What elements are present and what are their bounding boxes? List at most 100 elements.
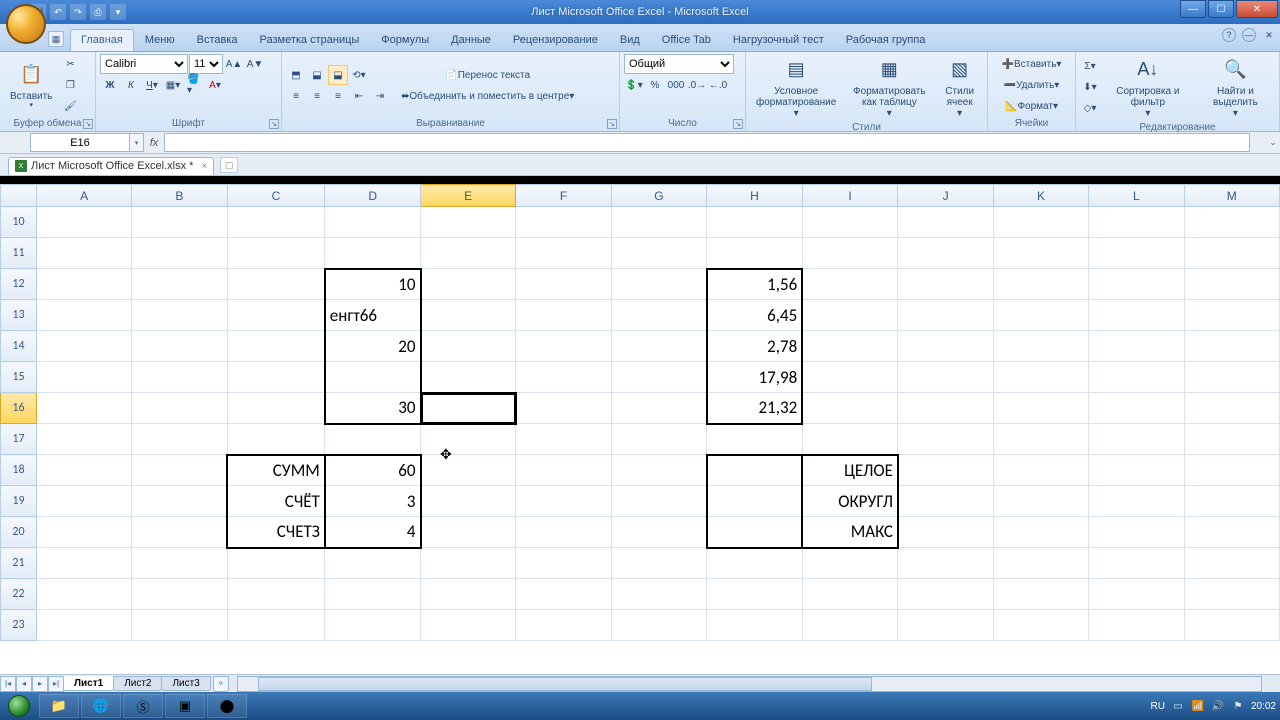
tab-workgroup[interactable]: Рабочая группа [835, 29, 937, 51]
cell-I19[interactable]: ОКРУГЛ [802, 486, 898, 517]
qat-below-icon[interactable]: ▦ [48, 31, 64, 47]
cell-J19[interactable] [898, 486, 993, 517]
copy-button[interactable]: ❐ [60, 76, 80, 96]
cell-L15[interactable] [1089, 362, 1184, 393]
cell-G14[interactable] [611, 331, 706, 362]
formula-input[interactable] [164, 133, 1250, 152]
increase-decimal-button[interactable]: .0→ [687, 75, 707, 95]
italic-button[interactable]: К [121, 75, 141, 95]
cell-C10[interactable] [227, 207, 325, 238]
tray-clock[interactable]: 20:02 [1251, 701, 1276, 712]
wrap-text-button[interactable]: 📄 Перенос текста [398, 65, 577, 85]
cell-J18[interactable] [898, 455, 993, 486]
cell-E12[interactable] [421, 269, 516, 300]
align-top-button[interactable]: ⬒ [286, 65, 306, 85]
cell-D16[interactable]: 30 [325, 393, 421, 424]
cell-F15[interactable] [516, 362, 611, 393]
cell-L10[interactable] [1089, 207, 1184, 238]
cell-A10[interactable] [36, 207, 131, 238]
start-button[interactable] [0, 692, 38, 720]
cell-E17[interactable] [421, 424, 516, 455]
cell-M17[interactable] [1184, 424, 1279, 455]
cell-J12[interactable] [898, 269, 993, 300]
cell-D10[interactable] [325, 207, 421, 238]
alignment-dialog-launcher[interactable]: ↘ [607, 119, 617, 129]
cell-D20[interactable]: 4 [325, 517, 421, 548]
cell-C18[interactable]: СУММ [227, 455, 325, 486]
cell-E21[interactable] [421, 548, 516, 579]
cell-B14[interactable] [132, 331, 227, 362]
cell-H20[interactable] [707, 517, 803, 548]
cell-C12[interactable] [227, 269, 325, 300]
font-name-select[interactable]: Calibri [100, 54, 188, 74]
cell-J21[interactable] [898, 548, 993, 579]
merge-center-button[interactable]: ⬌ Объединить и поместить в центре ▾ [398, 86, 577, 106]
cell-I16[interactable] [802, 393, 898, 424]
cell-C16[interactable] [227, 393, 325, 424]
cell-H13[interactable]: 6,45 [707, 300, 803, 331]
cell-D21[interactable] [325, 548, 421, 579]
cell-L23[interactable] [1089, 610, 1184, 641]
cell-C15[interactable] [227, 362, 325, 393]
cell-J10[interactable] [898, 207, 993, 238]
cell-I21[interactable] [802, 548, 898, 579]
fill-color-button[interactable]: 🪣▾ [184, 75, 204, 95]
col-header-H[interactable]: H [707, 185, 803, 207]
cell-F23[interactable] [516, 610, 611, 641]
row-header-11[interactable]: 11 [1, 238, 37, 269]
cell-E23[interactable] [421, 610, 516, 641]
cell-M14[interactable] [1184, 331, 1279, 362]
task-app2[interactable]: ⬤ [207, 694, 247, 718]
col-header-F[interactable]: F [516, 185, 611, 207]
close-button[interactable]: ✕ [1236, 0, 1278, 18]
decrease-decimal-button[interactable]: ←.0 [708, 75, 728, 95]
cell-A16[interactable] [36, 393, 131, 424]
cell-E20[interactable] [421, 517, 516, 548]
format-painter-button[interactable]: 🖌 [60, 97, 80, 117]
cell-K16[interactable] [993, 393, 1088, 424]
cell-K17[interactable] [993, 424, 1088, 455]
cell-L12[interactable] [1089, 269, 1184, 300]
document-tab[interactable]: X Лист Microsoft Office Excel.xlsx * × [8, 157, 214, 175]
delete-cells-button[interactable]: ➖ Удалить▾ [992, 75, 1071, 95]
cell-G23[interactable] [611, 610, 706, 641]
document-tab-close[interactable]: × [201, 161, 207, 172]
cell-A14[interactable] [36, 331, 131, 362]
cut-button[interactable]: ✂ [60, 55, 80, 75]
tab-load-test[interactable]: Нагрузочный тест [722, 29, 835, 51]
cell-K14[interactable] [993, 331, 1088, 362]
row-header-21[interactable]: 21 [1, 548, 37, 579]
tray-network-icon[interactable]: 📶 [1191, 699, 1205, 713]
cell-A13[interactable] [36, 300, 131, 331]
sheet-nav-first[interactable]: |◂ [0, 676, 16, 692]
sort-filter-button[interactable]: A↓Сортировка и фильтр▾ [1102, 54, 1194, 121]
cell-E14[interactable] [421, 331, 516, 362]
task-app1[interactable]: ▣ [165, 694, 205, 718]
cell-B12[interactable] [132, 269, 227, 300]
cell-A21[interactable] [36, 548, 131, 579]
tab-view[interactable]: Вид [609, 29, 651, 51]
sheet-tab-3[interactable]: Лист3 [161, 676, 210, 691]
qat-undo-icon[interactable]: ↶ [50, 4, 66, 20]
cell-L13[interactable] [1089, 300, 1184, 331]
cell-D19[interactable]: 3 [325, 486, 421, 517]
new-sheet-button[interactable]: ✧ [213, 676, 229, 692]
format-as-table-button[interactable]: ▦Форматировать как таблицу▾ [844, 54, 934, 121]
cell-I23[interactable] [802, 610, 898, 641]
cell-F19[interactable] [516, 486, 611, 517]
cell-B18[interactable] [132, 455, 227, 486]
cell-E10[interactable] [421, 207, 516, 238]
cell-C17[interactable] [227, 424, 325, 455]
cell-E15[interactable] [421, 362, 516, 393]
cell-I13[interactable] [802, 300, 898, 331]
cell-J15[interactable] [898, 362, 993, 393]
cell-E13[interactable] [421, 300, 516, 331]
col-header-G[interactable]: G [611, 185, 706, 207]
font-dialog-launcher[interactable]: ↘ [269, 119, 279, 129]
cell-H12[interactable]: 1,56 [707, 269, 803, 300]
cell-L17[interactable] [1089, 424, 1184, 455]
cell-I12[interactable] [802, 269, 898, 300]
cell-A11[interactable] [36, 238, 131, 269]
row-header-19[interactable]: 19 [1, 486, 37, 517]
cell-L18[interactable] [1089, 455, 1184, 486]
